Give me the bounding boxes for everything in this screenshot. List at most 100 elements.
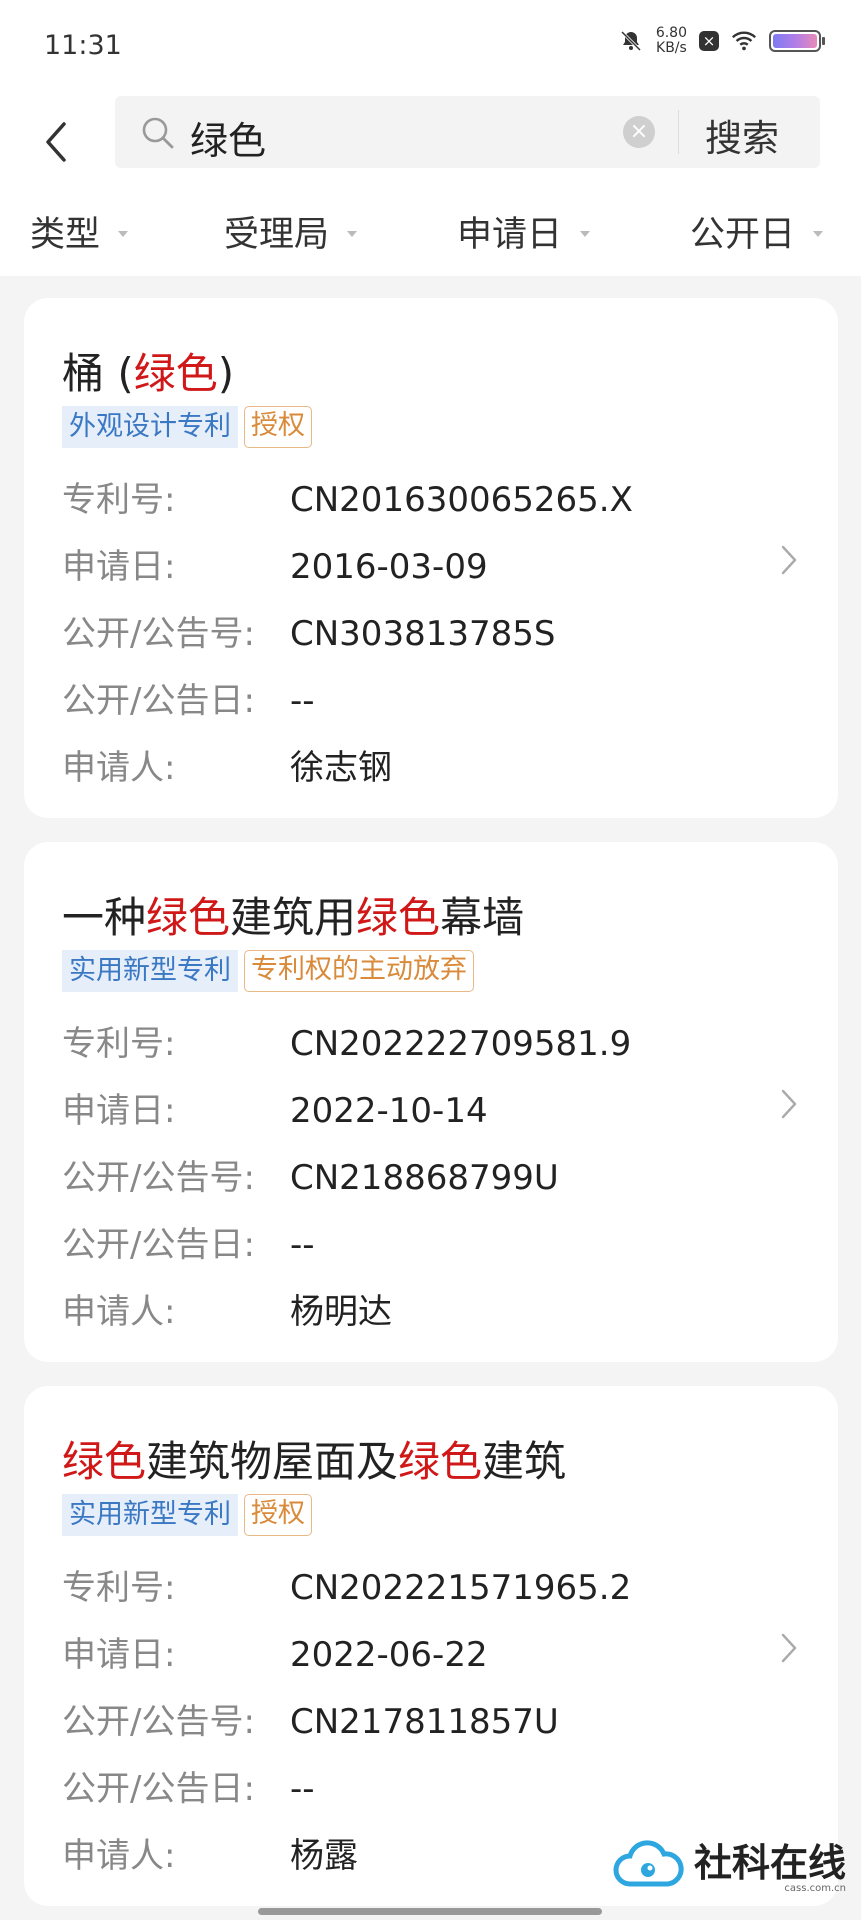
status-time: 11:31 (44, 30, 122, 61)
tag-group: 外观设计专利 授权 (62, 406, 312, 448)
filter-bar: 类型 受理局 申请日 公开日 (0, 190, 861, 260)
patent-no-row: 专利号: CN201630065265.X (62, 472, 633, 521)
pub-date-label: 公开/公告日: (62, 1225, 255, 1265)
bell-off-icon (618, 28, 644, 54)
applicant-row: 申请人: 杨露 (62, 1828, 358, 1877)
status-bar: 11:31 6.80 KB/s × (0, 0, 861, 80)
apply-date-value: 2022-06-22 (290, 1635, 488, 1675)
title-text: 建筑 (482, 1437, 567, 1486)
chevron-right-icon (778, 1087, 800, 1125)
network-speed-value: 6.80 (655, 25, 687, 41)
result-title: 一种绿色建筑用绿色幕墙 (62, 884, 524, 945)
home-indicator[interactable] (258, 1908, 602, 1915)
pub-no-label: 公开/公告号: (62, 1702, 255, 1742)
status-tag: 专利权的主动放弃 (244, 950, 474, 992)
pub-date-row: 公开/公告日: -- (62, 1217, 315, 1266)
caret-down-icon (813, 230, 824, 237)
status-icons: 6.80 KB/s × (618, 26, 825, 56)
pub-date-label: 公开/公告日: (62, 681, 255, 721)
search-button[interactable]: 搜索 (705, 108, 779, 162)
result-card[interactable]: 一种绿色建筑用绿色幕墙 实用新型专利 专利权的主动放弃 专利号: CN202222… (24, 842, 838, 1362)
pub-no-label: 公开/公告号: (62, 614, 255, 654)
patent-type-tag: 外观设计专利 (62, 406, 238, 448)
result-card[interactable]: 桶 (绿色) 外观设计专利 授权 专利号: CN201630065265.X 申请… (24, 298, 838, 818)
chevron-right-icon (778, 543, 800, 581)
clear-icon[interactable]: × (623, 116, 655, 148)
title-text: 建筑物屋面及 (146, 1437, 399, 1486)
battery-icon (769, 30, 825, 52)
search-divider (678, 110, 679, 154)
network-speed-unit: KB/s (656, 40, 687, 56)
pub-no-value: CN218868799U (290, 1158, 559, 1198)
pub-date-value: -- (290, 681, 315, 721)
filter-apply-date-label: 申请日 (457, 215, 563, 255)
title-highlight: 绿色 (356, 893, 441, 942)
applicant-label: 申请人: (62, 1292, 176, 1332)
pub-no-value: CN217811857U (290, 1702, 559, 1742)
pub-no-row: 公开/公告号: CN217811857U (62, 1694, 559, 1743)
patent-no-value: CN202222709581.9 (290, 1024, 632, 1064)
filter-apply-date[interactable]: 申请日 (457, 206, 591, 257)
chevron-right-icon (778, 1631, 800, 1669)
watermark: 社科在线 cass.com.cn (612, 1838, 846, 1898)
title-text: 一种 (62, 893, 147, 942)
title-text: 幕墙 (440, 893, 525, 942)
close-box-icon: × (699, 31, 719, 51)
search-header: 绿色 × 搜索 类型 受理局 申请日 公开日 (0, 80, 861, 276)
search-input[interactable]: 绿色 (190, 110, 266, 165)
applicant-value: 杨明达 (290, 1292, 392, 1332)
filter-type[interactable]: 类型 (30, 206, 129, 257)
patent-type-tag: 实用新型专利 (62, 1494, 238, 1536)
patent-no-label: 专利号: (62, 480, 176, 520)
patent-type-tag: 实用新型专利 (62, 950, 238, 992)
filter-office-label: 受理局 (224, 215, 330, 255)
result-card[interactable]: 绿色建筑物屋面及绿色建筑 实用新型专利 授权 专利号: CN20222157196… (24, 1386, 838, 1906)
apply-date-value: 2022-10-14 (290, 1091, 488, 1131)
pub-date-value: -- (290, 1769, 315, 1809)
result-title: 桶 (绿色) (62, 340, 234, 401)
pub-date-row: 公开/公告日: -- (62, 1761, 315, 1810)
tag-group: 实用新型专利 授权 (62, 1494, 312, 1536)
applicant-label: 申请人: (62, 748, 176, 788)
pub-no-value: CN303813785S (290, 614, 556, 654)
filter-pub-date[interactable]: 公开日 (690, 206, 824, 257)
applicant-row: 申请人: 杨明达 (62, 1284, 392, 1333)
back-button[interactable] (38, 110, 78, 170)
apply-date-label: 申请日: (62, 547, 176, 587)
filter-type-label: 类型 (30, 215, 101, 255)
result-title: 绿色建筑物屋面及绿色建筑 (62, 1428, 566, 1489)
title-text: 桶 ( (62, 349, 134, 398)
apply-date-row: 申请日: 2016-03-09 (62, 539, 488, 588)
title-highlight: 绿色 (62, 1437, 147, 1486)
applicant-value: 徐志钢 (290, 748, 392, 788)
patent-no-value: CN202221571965.2 (290, 1568, 632, 1608)
patent-no-row: 专利号: CN202222709581.9 (62, 1016, 631, 1065)
filter-office[interactable]: 受理局 (224, 206, 358, 257)
pub-date-value: -- (290, 1225, 315, 1265)
apply-date-label: 申请日: (62, 1091, 176, 1131)
caret-down-icon (580, 230, 591, 237)
title-text: ) (217, 349, 235, 398)
network-speed: 6.80 KB/s (656, 26, 687, 56)
tag-group: 实用新型专利 专利权的主动放弃 (62, 950, 474, 992)
chevron-left-icon (46, 122, 66, 162)
pub-date-label: 公开/公告日: (62, 1769, 255, 1809)
wifi-icon (731, 28, 757, 54)
title-highlight: 绿色 (133, 349, 218, 398)
status-tag: 授权 (244, 1494, 312, 1536)
status-tag: 授权 (244, 406, 312, 448)
pub-date-row: 公开/公告日: -- (62, 673, 315, 722)
apply-date-row: 申请日: 2022-10-14 (62, 1083, 488, 1132)
patent-no-label: 专利号: (62, 1568, 176, 1608)
applicant-row: 申请人: 徐志钢 (62, 740, 392, 789)
pub-no-row: 公开/公告号: CN218868799U (62, 1150, 559, 1199)
pub-no-label: 公开/公告号: (62, 1158, 255, 1198)
applicant-label: 申请人: (62, 1836, 176, 1876)
watermark-text: 社科在线 (694, 1840, 847, 1885)
filter-pub-date-label: 公开日 (690, 215, 796, 255)
search-box: 绿色 × 搜索 (115, 96, 820, 168)
applicant-value: 杨露 (290, 1836, 358, 1876)
patent-no-value: CN201630065265.X (290, 480, 633, 520)
title-highlight: 绿色 (398, 1437, 483, 1486)
patent-no-row: 专利号: CN202221571965.2 (62, 1560, 631, 1609)
